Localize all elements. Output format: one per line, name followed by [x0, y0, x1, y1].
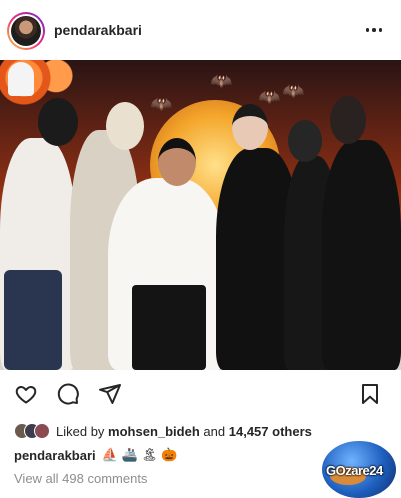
bat-decoration: 🦇: [150, 94, 173, 114]
person-masked-right: [322, 140, 401, 370]
likes-count[interactable]: 14,457 others: [229, 424, 312, 439]
avatar-image: [11, 16, 41, 46]
suit-head: [232, 104, 268, 150]
view-comments-link[interactable]: View all 498 comments: [14, 471, 147, 486]
pirate-head: [158, 138, 196, 186]
likes-prefix: Liked by: [56, 423, 105, 439]
more-options-icon[interactable]: [362, 20, 386, 40]
avatar[interactable]: [7, 12, 45, 50]
comment-icon[interactable]: [54, 380, 82, 408]
post-image[interactable]: 🦇 🦇 🦇 🦇: [0, 60, 401, 370]
liker-avatar: [34, 423, 50, 439]
avatar-border: [9, 14, 43, 48]
send-icon[interactable]: [96, 380, 124, 408]
caption-emojis: ⛵ 🚢 🏝 🎃: [101, 447, 178, 462]
watermark-text: GOzare24: [326, 463, 383, 478]
likes-text: Liked by mohsen_bideh and 14,457 others: [56, 424, 312, 439]
bat-decoration: 🦇: [282, 81, 305, 101]
bookmark-icon[interactable]: [356, 380, 384, 408]
pirate-pants: [132, 285, 206, 370]
post-header: pendarakbari: [0, 0, 401, 58]
likes-row[interactable]: Liked by mohsen_bideh and 14,457 others: [14, 420, 312, 442]
heart-icon[interactable]: [12, 380, 40, 408]
bat-decoration: 🦇: [258, 87, 281, 107]
mask-head: [38, 98, 78, 146]
dali-mask-head: [106, 102, 144, 150]
gozare24-watermark: GOzare24: [322, 441, 396, 498]
likes-connector: and: [203, 423, 226, 439]
person-jeans: [4, 270, 62, 370]
batman-mask-head: [288, 120, 322, 162]
post-username[interactable]: pendarakbari: [54, 22, 142, 38]
ghost-decoration: [8, 62, 34, 96]
masked-head-right: [330, 96, 366, 144]
liker-username[interactable]: mohsen_bideh: [108, 424, 200, 439]
action-bar: [0, 376, 401, 412]
caption-username[interactable]: pendarakbari: [14, 448, 96, 463]
caption: pendarakbari ⛵ 🚢 🏝 🎃: [14, 447, 178, 463]
bat-decoration: 🦇: [210, 71, 233, 91]
